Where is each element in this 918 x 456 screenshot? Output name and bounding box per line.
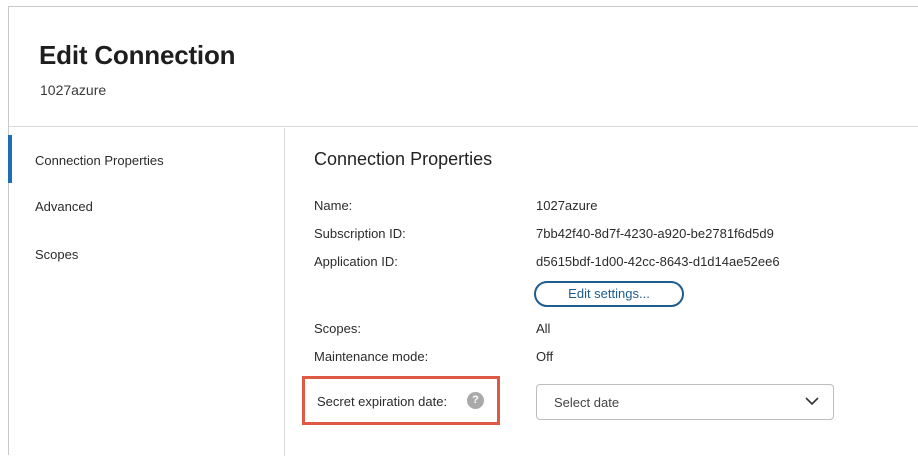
secret-expiration-label: Secret expiration date: [317, 394, 448, 409]
application-id-label: Application ID: [314, 254, 398, 269]
main-content: Connection Properties Name: 1027azure Su… [286, 128, 918, 456]
section-title: Connection Properties [314, 149, 493, 169]
scopes-label: Scopes: [314, 321, 361, 336]
maintenance-mode-value: Off [536, 349, 554, 364]
secret-expiration-date-select[interactable]: Select date [536, 384, 834, 420]
edit-connection-panel: Edit Connection 1027azure Connection Pro… [8, 6, 918, 456]
maintenance-mode-label: Maintenance mode: [314, 349, 429, 364]
page-header: Edit Connection 1027azure [9, 7, 918, 127]
sidebar-item-label: Scopes [35, 247, 79, 262]
edit-settings-button[interactable]: Edit settings... [534, 281, 684, 307]
sidebar-item-label: Connection Properties [35, 153, 164, 168]
sidebar-item-connection-properties[interactable]: Connection Properties [8, 135, 284, 183]
page-title: Edit Connection [39, 40, 236, 70]
sidebar-item-scopes[interactable]: Scopes [9, 239, 284, 269]
connection-name-subtitle: 1027azure [40, 82, 107, 98]
sidebar-nav: Connection Properties Advanced Scopes [8, 128, 285, 456]
sidebar-item-label: Advanced [35, 199, 93, 214]
subscription-id-label: Subscription ID: [314, 226, 406, 241]
scopes-value: All [536, 321, 551, 336]
name-label: Name: [314, 198, 353, 213]
select-date-placeholder: Select date [554, 395, 620, 410]
question-circle-icon[interactable]: ? [467, 392, 484, 409]
highlight-box: Secret expiration date: ? [302, 376, 500, 425]
chevron-down-icon [805, 397, 819, 406]
subscription-id-value: 7bb42f40-8d7f-4230-a920-be2781f6d5d9 [536, 226, 774, 241]
sidebar-item-advanced[interactable]: Advanced [9, 191, 284, 221]
name-value: 1027azure [536, 198, 598, 213]
application-id-value: d5615bdf-1d00-42cc-8643-d1d14ae52ee6 [536, 254, 780, 269]
